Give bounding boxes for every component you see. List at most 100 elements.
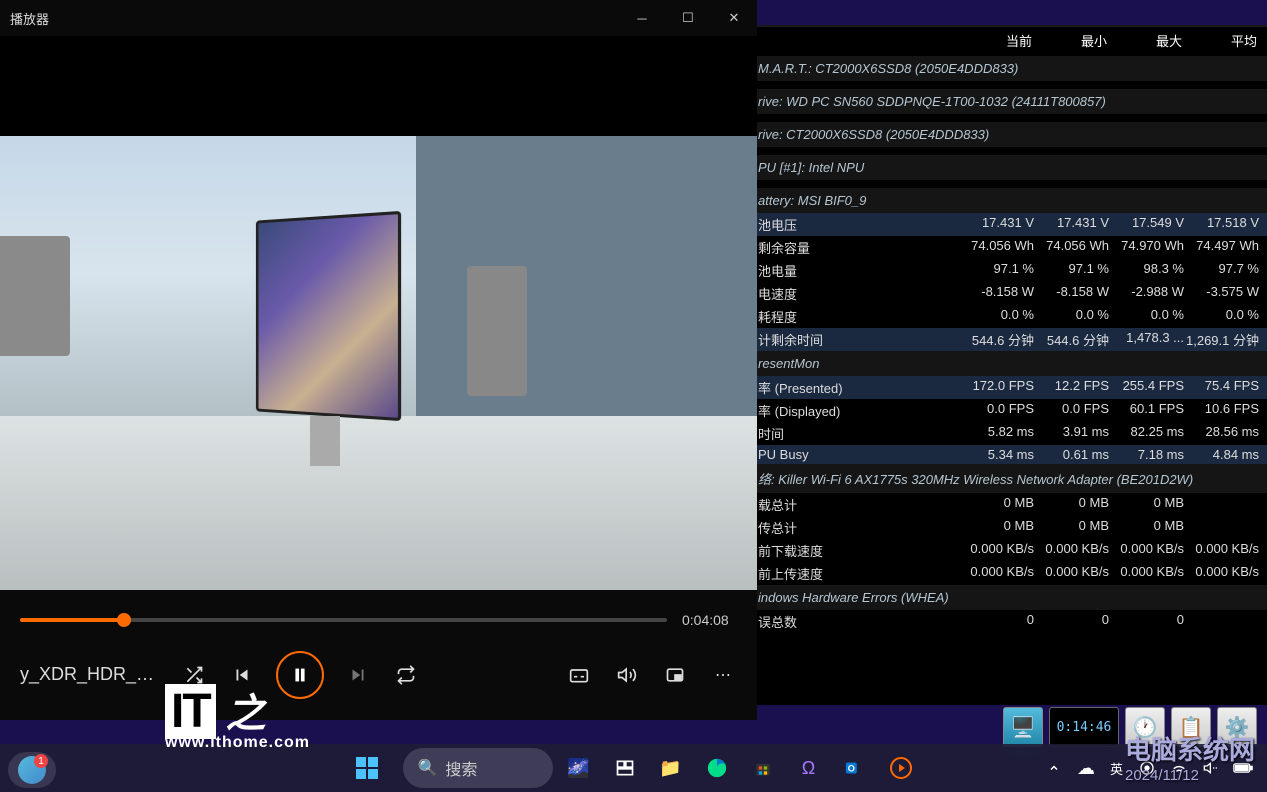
row-min: 0.0 % — [1034, 307, 1109, 326]
more-button[interactable]: ⋯ — [709, 661, 737, 689]
row-max: 0 — [1109, 612, 1184, 631]
search-icon: 🔍 — [418, 758, 438, 778]
minimize-button[interactable]: ─ — [619, 0, 665, 36]
row-label: 池电量 — [750, 261, 959, 280]
tray-monitor-icon[interactable]: 🖥️ — [1003, 707, 1043, 747]
taskbar-wallpaper-app[interactable]: 🌌 — [559, 748, 599, 788]
row-max: 0 MB — [1109, 495, 1184, 514]
close-button[interactable]: ✕ — [711, 0, 757, 36]
row-avg: 75.4 FPS — [1184, 378, 1259, 397]
hwinfo-data-row[interactable]: PU Busy5.34 ms0.61 ms7.18 ms4.84 ms — [750, 445, 1267, 464]
row-current: 0.0 % — [959, 307, 1034, 326]
hwinfo-data-row[interactable]: 前上传速度0.000 KB/s0.000 KB/s0.000 KB/s0.000… — [750, 562, 1267, 585]
media-player-taskbar-icon[interactable] — [881, 748, 921, 788]
row-max: 98.3 % — [1109, 261, 1184, 280]
row-avg — [1184, 495, 1259, 514]
widget-badge-icon — [18, 756, 46, 784]
row-max: 82.25 ms — [1109, 424, 1184, 443]
hwinfo-data-row[interactable]: 剩余容量74.056 Wh74.056 Wh74.970 Wh74.497 Wh — [750, 236, 1267, 259]
hwinfo-titlebar: ─ ☐ — [750, 25, 1267, 27]
row-min: 0.000 KB/s — [1034, 541, 1109, 560]
hwinfo-data-row[interactable]: 耗程度0.0 %0.0 %0.0 %0.0 % — [750, 305, 1267, 328]
hwinfo-data-row[interactable]: 载总计0 MB0 MB0 MB — [750, 493, 1267, 516]
hwinfo-data-row[interactable]: 误总数000 — [750, 610, 1267, 633]
row-min: 0.000 KB/s — [1034, 564, 1109, 583]
row-max: 255.4 FPS — [1109, 378, 1184, 397]
time-total: 0:04:08 — [682, 612, 737, 628]
hwinfo-data-row[interactable]: 率 (Displayed)0.0 FPS0.0 FPS60.1 FPS10.6 … — [750, 399, 1267, 422]
subtitles-button[interactable] — [565, 661, 593, 689]
taskbar-app-omega[interactable]: Ω — [789, 748, 829, 788]
player-controls: 0:04:08 y_XDR_HDR_14... — [0, 590, 757, 720]
row-label: 前上传速度 — [750, 564, 959, 583]
hwinfo-section-header[interactable]: attery: MSI BIF0_9 — [750, 188, 1267, 213]
row-min: 0.61 ms — [1034, 447, 1109, 462]
row-current: 0.0 FPS — [959, 401, 1034, 420]
tray-cloud-icon[interactable]: ☁ — [1072, 748, 1100, 788]
maximize-button[interactable]: ☐ — [1221, 25, 1267, 35]
row-max: 0.0 % — [1109, 307, 1184, 326]
microsoft-store-button[interactable] — [743, 748, 783, 788]
row-current: 0.000 KB/s — [959, 564, 1034, 583]
outlook-button[interactable]: O — [835, 748, 875, 788]
row-avg: 1,269.1 分钟 — [1184, 330, 1259, 349]
row-min: -8.158 W — [1034, 284, 1109, 303]
hwinfo-data-row[interactable]: 计剩余时间544.6 分钟544.6 分钟1,478.3 ...1,269.1 … — [750, 328, 1267, 351]
seek-bar[interactable] — [20, 618, 667, 622]
overflow-chevron-icon[interactable] — [1040, 748, 1068, 788]
widgets-button[interactable] — [8, 752, 56, 788]
row-current: 97.1 % — [959, 261, 1034, 280]
hwinfo-data-row[interactable]: 电速度-8.158 W-8.158 W-2.988 W-3.575 W — [750, 282, 1267, 305]
row-min: 0 MB — [1034, 518, 1109, 537]
watermark-dnxtw: 电脑系统网 2024/11/12 — [1125, 730, 1255, 784]
hwinfo-section-header[interactable]: indows Hardware Errors (WHEA) — [750, 585, 1267, 610]
row-current: 0 MB — [959, 495, 1034, 514]
edge-browser-button[interactable] — [697, 748, 737, 788]
taskbar-search[interactable]: 🔍 搜索 — [403, 748, 553, 788]
hwinfo-section-header[interactable]: rive: WD PC SN560 SDDPNQE-1T00-1032 (241… — [750, 89, 1267, 114]
hwinfo-data-row[interactable]: 时间5.82 ms3.91 ms82.25 ms28.56 ms — [750, 422, 1267, 445]
hwinfo-section-header[interactable]: rive: CT2000X6SSD8 (2050E4DDD833) — [750, 122, 1267, 147]
repeat-button[interactable] — [392, 661, 420, 689]
row-label: 率 (Displayed) — [750, 401, 959, 420]
row-label: 电速度 — [750, 284, 959, 303]
mini-player-button[interactable] — [661, 661, 689, 689]
hwinfo-section-header[interactable]: 络: Killer Wi-Fi 6 AX1775s 320MHz Wireles… — [750, 464, 1267, 493]
next-button[interactable] — [344, 661, 372, 689]
row-max: 17.549 V — [1109, 215, 1184, 234]
hwinfo-data-row[interactable]: 池电压17.431 V17.431 V17.549 V17.518 V — [750, 213, 1267, 236]
row-label: 载总计 — [750, 495, 959, 514]
hwinfo-data-row[interactable]: 传总计0 MB0 MB0 MB — [750, 516, 1267, 539]
row-min: 97.1 % — [1034, 261, 1109, 280]
row-avg: 0.000 KB/s — [1184, 541, 1259, 560]
video-area[interactable] — [0, 36, 757, 590]
svg-text:O: O — [847, 764, 854, 774]
maximize-button[interactable]: ☐ — [665, 0, 711, 36]
hwinfo-data-row[interactable]: 池电量97.1 %97.1 %98.3 %97.7 % — [750, 259, 1267, 282]
task-view-button[interactable] — [605, 748, 645, 788]
col-max: 最大 — [1107, 31, 1182, 50]
row-max: 1,478.3 ... — [1109, 330, 1184, 349]
stopwatch-readout[interactable]: 0:14:46 — [1049, 707, 1119, 747]
row-current: 5.82 ms — [959, 424, 1034, 443]
row-current: 0.000 KB/s — [959, 541, 1034, 560]
hwinfo-data-row[interactable]: 率 (Presented)172.0 FPS12.2 FPS255.4 FPS7… — [750, 376, 1267, 399]
col-current: 当前 — [957, 31, 1032, 50]
row-current: 17.431 V — [959, 215, 1034, 234]
player-titlebar[interactable]: 播放器 ─ ☐ ✕ — [0, 0, 757, 36]
start-button[interactable] — [347, 748, 387, 788]
row-avg: 74.497 Wh — [1184, 238, 1259, 257]
hwinfo-data-row[interactable]: 前下载速度0.000 KB/s0.000 KB/s0.000 KB/s0.000… — [750, 539, 1267, 562]
hwinfo-section-header[interactable]: M.A.R.T.: CT2000X6SSD8 (2050E4DDD833) — [750, 56, 1267, 81]
row-current: 5.34 ms — [959, 447, 1034, 462]
row-avg: 10.6 FPS — [1184, 401, 1259, 420]
hwinfo-section-header[interactable]: PU [#1]: Intel NPU — [750, 155, 1267, 180]
volume-button[interactable] — [613, 661, 641, 689]
hwinfo-section-header[interactable]: resentMon — [750, 351, 1267, 376]
row-current: 74.056 Wh — [959, 238, 1034, 257]
minimize-button[interactable]: ─ — [1175, 25, 1221, 35]
row-label: 前下载速度 — [750, 541, 959, 560]
file-explorer-button[interactable]: 📁 — [651, 748, 691, 788]
row-label: 率 (Presented) — [750, 378, 959, 397]
row-min: 0 — [1034, 612, 1109, 631]
